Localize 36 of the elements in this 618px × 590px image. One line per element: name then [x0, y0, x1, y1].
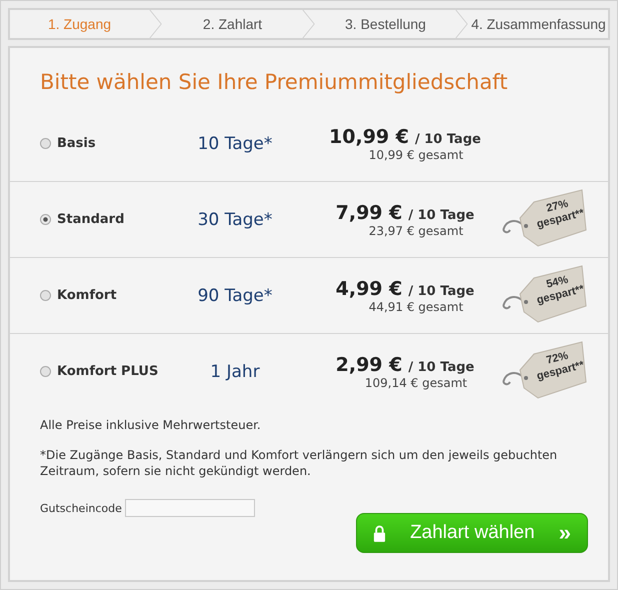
step-tab[interactable]: 2. Zahlart: [163, 10, 302, 38]
plan-price: 4,99 €: [336, 278, 402, 300]
radio-button[interactable]: [40, 214, 51, 225]
plan-duration: 1 Jahr: [210, 362, 260, 382]
lock-icon: [373, 524, 386, 542]
plan-name: Komfort: [57, 288, 117, 303]
note-text: *Die Zugänge Basis, Standard und Komfort verlängern sich um den jeweils gebuchten Zeitraum, sofern sie nicht gekündigt werden.: [40, 447, 558, 479]
total-price: 44,91 € gesamt: [368, 300, 464, 314]
radio-button[interactable]: [40, 366, 51, 377]
page-title: Bitte wählen Sie Ihre Premiummitgliedschaft: [40, 70, 509, 94]
plan-name: Basis: [57, 136, 96, 151]
plan-price: 7,99 €: [336, 202, 402, 224]
price-unit: / 10 Tage: [408, 208, 474, 222]
price-unit: / 10 Tage: [414, 132, 481, 146]
radio-button[interactable]: [40, 290, 51, 301]
price-unit: / 10 Tage: [408, 360, 474, 374]
step-tab[interactable]: 3. Bestellung: [316, 10, 455, 38]
voucher-field[interactable]: [124, 499, 255, 517]
total-price: 23,97 € gesamt: [368, 224, 464, 238]
plan-price: 10,99 €: [329, 126, 409, 148]
plan-name: Komfort PLUS: [57, 364, 158, 379]
total-price: 109,14 € gesamt: [364, 376, 468, 390]
voucher-label: Gutscheincode: [40, 502, 122, 514]
plan-name: Standard: [57, 212, 124, 227]
plan-price: 2,99 €: [336, 354, 402, 376]
saving-percent: 72%: [545, 349, 570, 366]
plan-duration: 30 Tage*: [198, 210, 272, 230]
plan-duration: 90 Tage*: [198, 286, 272, 306]
saving-percent: 54%: [545, 273, 570, 290]
total-price: 10,99 € gesamt: [368, 148, 464, 162]
step-tab[interactable]: 4. Zusammenfassung: [469, 10, 608, 38]
price-unit: / 10 Tage: [408, 284, 474, 298]
note-text: Alle Preise inklusive Mehrwertsteuer.: [40, 417, 262, 433]
radio-button[interactable]: [40, 138, 51, 149]
saving-percent: 27%: [545, 197, 570, 214]
plan-duration: 10 Tage*: [198, 134, 272, 154]
